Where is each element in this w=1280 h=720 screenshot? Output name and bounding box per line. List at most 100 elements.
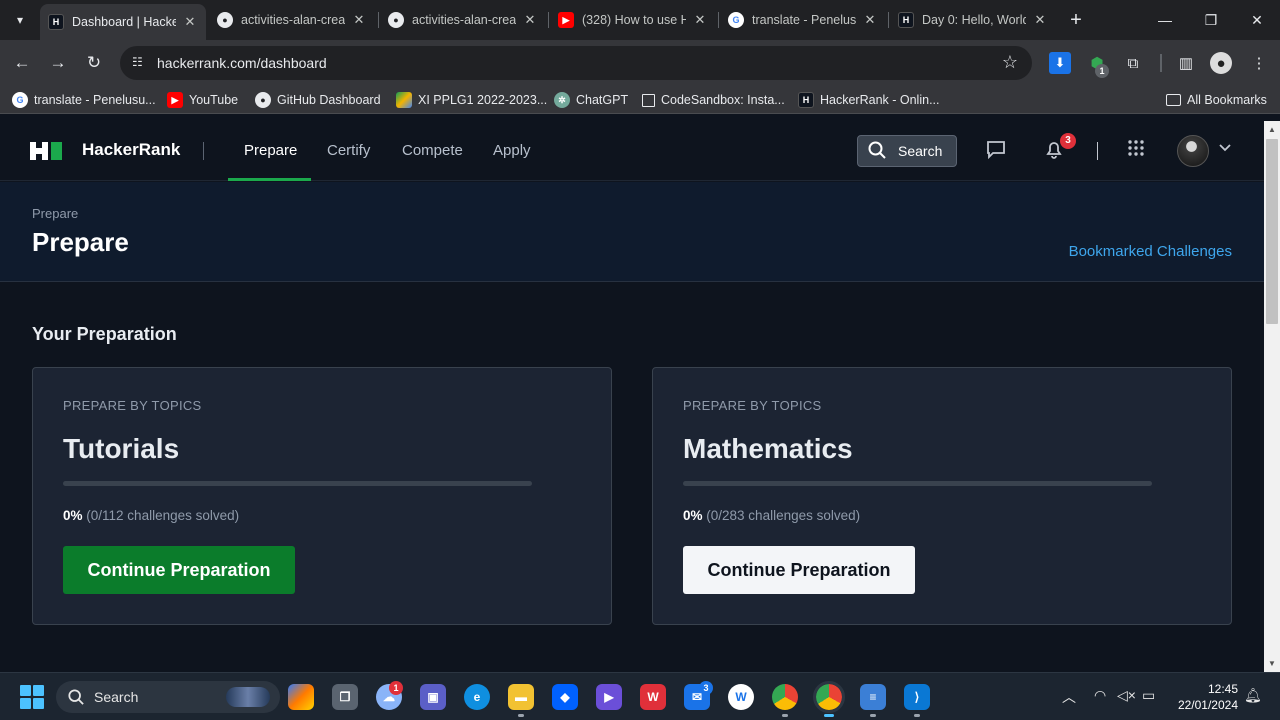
youtube-icon: ▶ <box>167 92 183 108</box>
progress-detail: (0/112 challenges solved) <box>86 508 240 523</box>
app-w-icon[interactable]: W <box>728 684 754 710</box>
bookmark-chatgpt[interactable]: ✲ ChatGPT <box>554 91 628 109</box>
card-title[interactable]: Tutorials <box>63 433 179 465</box>
running-indicator <box>782 714 788 717</box>
hackerrank-icon: H <box>798 92 814 108</box>
close-tab-icon[interactable]: ✕ <box>1032 12 1048 28</box>
breadcrumb[interactable]: Prepare <box>32 206 78 221</box>
vscode-icon[interactable]: ⟩ <box>904 684 930 710</box>
close-tab-icon[interactable]: ✕ <box>692 12 708 28</box>
bookmark-codesandbox[interactable]: CodeSandbox: Insta... <box>642 91 785 109</box>
file-explorer-icon[interactable]: ▬ <box>508 684 534 710</box>
forward-icon[interactable]: → <box>44 49 72 77</box>
clipchamp-icon[interactable]: ▶ <box>596 684 622 710</box>
tab-search-menu-icon[interactable]: ▾ <box>6 6 34 34</box>
minimize-icon[interactable]: — <box>1142 0 1188 40</box>
side-panel-icon[interactable]: ▥ <box>1175 52 1197 74</box>
progress-text: 0% (0/112 challenges solved) <box>63 508 239 523</box>
notification-bell-icon[interactable]: 🔔︎ <box>1244 687 1262 704</box>
bookmark-label: HackerRank - Onlin... <box>820 93 940 107</box>
browser-menu-icon[interactable]: ⋮ <box>1248 52 1270 74</box>
restore-icon[interactable]: ❐ <box>1188 0 1234 40</box>
nav-certify[interactable]: Certify <box>327 142 370 159</box>
scrollbar-thumb[interactable] <box>1266 139 1278 324</box>
bookmark-label: YouTube <box>189 93 239 107</box>
nav-apply[interactable]: Apply <box>493 142 531 159</box>
continue-preparation-button[interactable]: Continue Preparation <box>683 546 915 594</box>
card-kicker: PREPARE BY TOPICS <box>63 398 202 413</box>
nav-compete[interactable]: Compete <box>402 142 463 159</box>
volume-muted-icon[interactable]: ◁× <box>1117 687 1136 704</box>
chrome-icon[interactable] <box>772 684 798 710</box>
user-avatar[interactable] <box>1177 135 1209 167</box>
taskbar-clock[interactable]: 12:45 22/01/2024 <box>1178 681 1238 713</box>
close-window-icon[interactable]: ✕ <box>1234 0 1280 40</box>
bookmarks-bar: G translate - Penelusu... ▶ YouTube ● Gi… <box>0 86 1280 114</box>
tab-hello-world[interactable]: H Day 0: Hello, World! ✕ <box>890 4 1056 36</box>
url-text[interactable]: hackerrank.com/dashboard <box>157 55 327 71</box>
bookmark-youtube[interactable]: ▶ YouTube <box>167 91 238 109</box>
hackerrank-logo[interactable] <box>30 142 62 160</box>
extensions-puzzle-icon[interactable]: ⧉ <box>1122 52 1144 74</box>
tray-overflow-chevron-icon[interactable]: ︿ <box>1062 687 1076 707</box>
dropbox-icon[interactable]: ◆ <box>552 684 578 710</box>
tab-dashboard-hackerrank[interactable]: H Dashboard | HackerRank ✕ <box>40 4 206 40</box>
progress-bar <box>683 481 1152 486</box>
windows-start-icon[interactable] <box>20 685 44 709</box>
google-icon: G <box>728 12 744 28</box>
progress-percent: 0% <box>63 508 83 523</box>
teams-chat-icon[interactable]: ▣ <box>420 684 446 710</box>
apps-grid-icon[interactable] <box>1127 139 1145 162</box>
close-tab-icon[interactable]: ✕ <box>351 12 367 28</box>
wifi-icon[interactable]: ◠ <box>1094 687 1106 704</box>
close-tab-icon[interactable]: ✕ <box>862 12 878 28</box>
task-view-icon[interactable]: ❐ <box>332 684 358 710</box>
bookmark-star-icon[interactable]: ☆ <box>1002 52 1018 73</box>
toolbar-divider <box>1160 54 1162 72</box>
download-extension-icon[interactable]: ⬇ <box>1049 52 1071 74</box>
tab-youtube[interactable]: ▶ (328) How to use HackerRank ✕ <box>550 4 716 36</box>
close-tab-icon[interactable]: ✕ <box>522 12 538 28</box>
continue-preparation-button[interactable]: Continue Preparation <box>63 546 295 594</box>
scroll-up-arrow-icon[interactable]: ▲ <box>1264 122 1280 138</box>
progress-percent: 0% <box>683 508 703 523</box>
active-indicator <box>824 714 834 717</box>
tab-separator <box>718 12 719 28</box>
reload-icon[interactable]: ↻ <box>80 49 108 77</box>
bookmark-hackerrank[interactable]: H HackerRank - Onlin... <box>798 91 939 109</box>
edge-icon[interactable]: e <box>464 684 490 710</box>
section-title: Your Preparation <box>32 324 177 344</box>
bookmark-translate[interactable]: G translate - Penelusu... <box>12 91 156 109</box>
bookmark-label: ChatGPT <box>576 93 629 107</box>
nav-prepare[interactable]: Prepare <box>244 142 297 159</box>
chevron-down-icon[interactable] <box>1218 141 1232 158</box>
tab-github-2[interactable]: ● activities-alan-creator ✕ <box>380 4 546 36</box>
messages-icon[interactable] <box>986 139 1006 164</box>
battery-icon[interactable]: ▭ <box>1142 687 1155 704</box>
bookmarked-challenges-link[interactable]: Bookmarked Challenges <box>1069 243 1232 260</box>
notepad-icon[interactable]: ≡ <box>860 684 886 710</box>
scroll-down-arrow-icon[interactable]: ▼ <box>1264 656 1280 672</box>
profile-avatar-icon[interactable]: ● <box>1210 52 1232 74</box>
google-drive-icon <box>396 92 412 108</box>
site-info-icon[interactable]: ☷ <box>132 55 148 71</box>
chrome-active-icon[interactable] <box>813 681 845 713</box>
tab-github-1[interactable]: ● activities-alan-creator ✕ <box>209 4 375 36</box>
wps-office-icon[interactable]: W <box>640 684 666 710</box>
card-title[interactable]: Mathematics <box>683 433 853 465</box>
address-bar[interactable]: ☷ hackerrank.com/dashboard ☆ <box>120 46 1032 80</box>
brand-name[interactable]: HackerRank <box>82 140 180 160</box>
close-tab-icon[interactable]: ✕ <box>182 14 198 30</box>
all-bookmarks-folder[interactable]: All Bookmarks <box>1166 91 1267 109</box>
chatgpt-icon: ✲ <box>554 92 570 108</box>
browser-toolbar: ← → ↻ ☷ hackerrank.com/dashboard ☆ ⬇ ⬢ 1… <box>0 40 1280 86</box>
bookmark-github[interactable]: ● GitHub Dashboard <box>255 91 381 109</box>
new-tab-button[interactable]: + <box>1064 8 1088 32</box>
bookmark-google-drive[interactable]: XI PPLG1 2022-2023... <box>396 91 547 109</box>
mail-badge: 3 <box>699 681 713 695</box>
tab-google-translate[interactable]: G translate - Penelusuran Google ✕ <box>720 4 886 36</box>
taskbar-search-box[interactable]: Search <box>56 681 280 713</box>
back-icon[interactable]: ← <box>8 49 36 77</box>
search-button[interactable]: Search <box>857 135 957 167</box>
copilot-icon[interactable] <box>288 684 314 710</box>
